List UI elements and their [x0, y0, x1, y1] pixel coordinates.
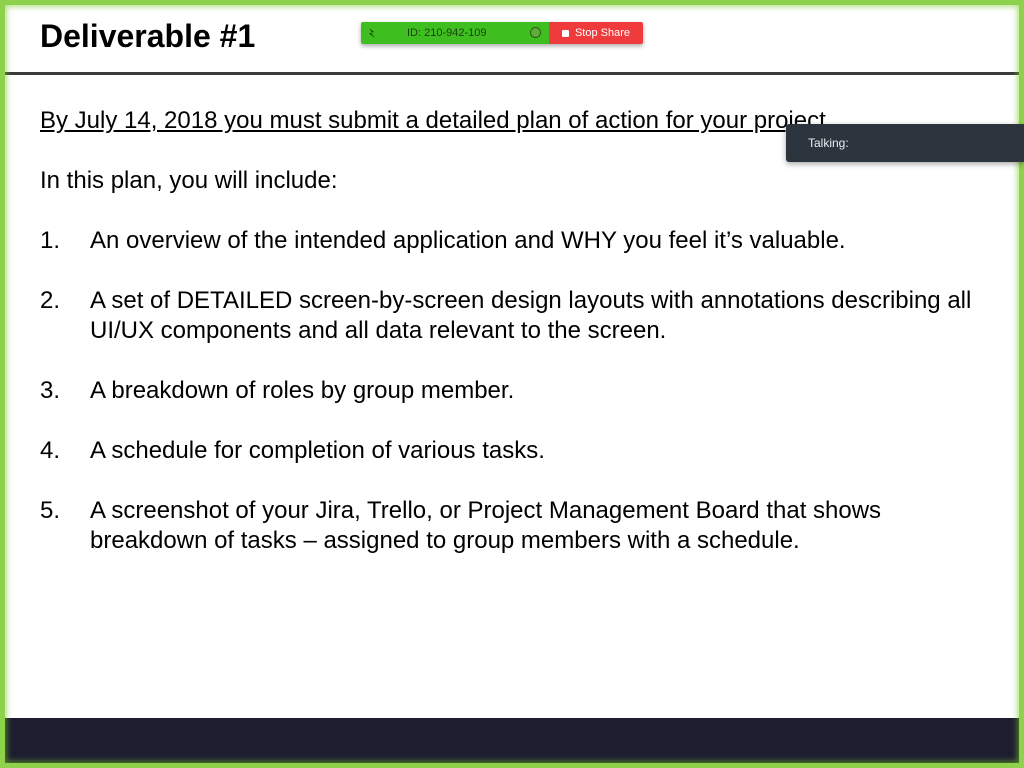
- list-item-text: A set of DETAILED screen-by-screen desig…: [90, 287, 972, 344]
- list-item-text: An overview of the intended application …: [90, 227, 846, 254]
- list-item-text: A screenshot of your Jira, Trello, or Pr…: [90, 497, 882, 554]
- bottom-bar: [0, 718, 1024, 768]
- list-item-number: 2.: [40, 287, 61, 314]
- list-item-text: A schedule for completion of various tas…: [90, 437, 545, 464]
- list-item-text: A breakdown of roles by group member.: [90, 377, 515, 404]
- stop-share-button[interactable]: Stop Share: [549, 22, 643, 44]
- stop-share-label: Stop Share: [574, 27, 631, 39]
- list-item: 3. A breakdown of roles by group member.: [40, 376, 980, 406]
- intro-text: In this plan, you will include:: [40, 167, 338, 194]
- status-dot-icon[interactable]: [530, 27, 541, 38]
- list-item: 4. A schedule for completion of various …: [40, 436, 980, 466]
- meeting-id: ID: 210-942-109: [407, 27, 487, 39]
- shared-screen: Deliverable #1 By July 14, 2018 you must…: [0, 0, 1024, 768]
- talking-indicator-panel[interactable]: Talking:: [786, 124, 1024, 162]
- list-item-number: 4.: [40, 437, 61, 464]
- list-item: 1. An overview of the intended applicati…: [40, 226, 980, 256]
- meeting-info-pill[interactable]: ID: 210-942-109: [361, 22, 549, 44]
- list-item: 2. A set of DETAILED screen-by-screen de…: [40, 286, 980, 346]
- deliverables-list: 1. An overview of the intended applicati…: [40, 226, 980, 556]
- list-item-number: 5.: [40, 497, 61, 524]
- talking-label: Talking:: [808, 136, 849, 150]
- list-item-number: 3.: [40, 377, 61, 404]
- slide-title: Deliverable #1: [40, 18, 256, 54]
- list-item: 5. A screenshot of your Jira, Trello, or…: [40, 496, 980, 556]
- list-item-number: 1.: [40, 227, 61, 254]
- stop-icon: [561, 29, 569, 37]
- slide-body: By July 14, 2018 you must submit a detai…: [40, 106, 980, 586]
- title-divider: [0, 72, 1024, 75]
- screen-share-toolbar: ID: 210-942-109 Stop Share: [361, 22, 643, 44]
- shield-icon: [365, 26, 379, 40]
